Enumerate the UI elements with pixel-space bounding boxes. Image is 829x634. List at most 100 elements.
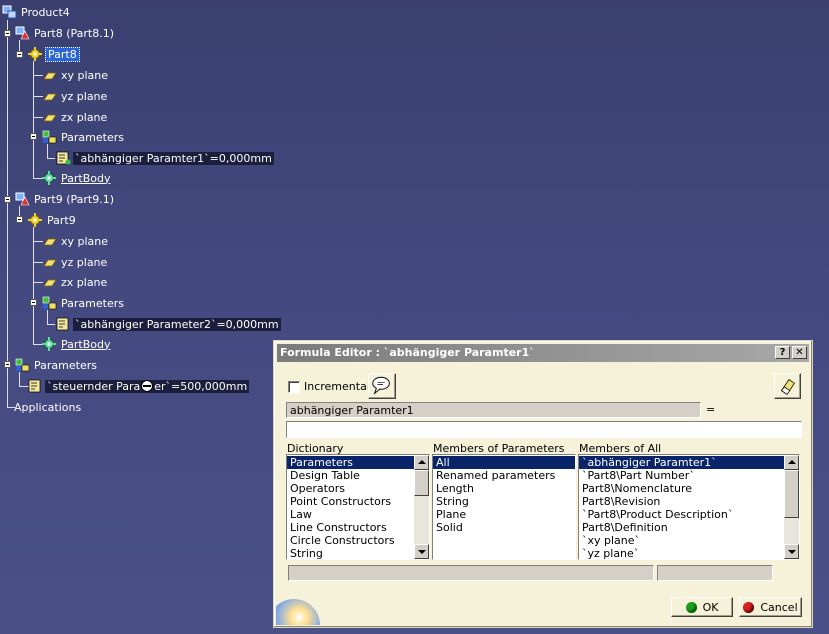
members-all-item[interactable]: `Part8\Part Number` (579, 469, 784, 482)
steuernder-label: `steuernder Para er`=500,000mm (45, 379, 250, 393)
tree-node-part8-zx-plane[interactable]: zx plane (42, 109, 109, 125)
collapse-toggle[interactable] (4, 196, 11, 203)
plane-icon (42, 255, 57, 269)
tree-line (7, 20, 8, 408)
scroll-thumb[interactable] (414, 470, 429, 496)
incremental-checkbox[interactable] (288, 381, 300, 393)
cancel-button[interactable]: Cancel (739, 597, 802, 617)
tree-node-product4[interactable]: Product4 (2, 4, 72, 20)
members-all-item[interactable]: `yz plane` (579, 547, 784, 559)
members-parameters-items: All Renamed parameters Length String Plane So… (433, 456, 575, 534)
members-parameters-item[interactable]: Plane (433, 508, 575, 521)
members-all-list[interactable]: `abhängiger Paramter1` `Part8\Part Number… (578, 454, 800, 560)
collapse-toggle[interactable] (16, 51, 23, 58)
plane-icon (42, 234, 57, 248)
dictionary-item[interactable]: Line Constructors (287, 521, 414, 534)
tree-node-part8-partbody[interactable]: PartBody (42, 170, 112, 186)
members-all-item[interactable]: Part8\Revision (579, 495, 784, 508)
speech-bubble-icon (372, 376, 390, 395)
tree-node-part9-xy-plane[interactable]: xy plane (42, 233, 110, 249)
formula-parameter-icon (56, 317, 71, 331)
cancel-label: Cancel (760, 600, 798, 614)
dictionary-scrollbar[interactable] (414, 455, 429, 559)
members-all-item[interactable]: Part8\Definition (579, 521, 784, 534)
dialog-title: Formula Editor : `abhängiger Paramter1` (280, 346, 535, 359)
tree-node-product-parameters[interactable]: Parameters (15, 357, 99, 373)
members-parameters-item[interactable]: String (433, 495, 575, 508)
plane-icon (42, 89, 57, 103)
tree-node-part9-parameters[interactable]: Parameters (42, 295, 126, 311)
parameters-icon (42, 296, 57, 310)
scroll-thumb[interactable] (784, 470, 799, 518)
members-all-scrollbar[interactable] (784, 455, 799, 559)
dictionary-item[interactable]: Design Table (287, 469, 414, 482)
members-parameters-item[interactable]: All (433, 456, 575, 469)
tree-line (33, 227, 34, 345)
tree-node-part9-yz-plane[interactable]: yz plane (42, 254, 109, 270)
part-gear-icon (28, 47, 43, 61)
tree-node-applications[interactable]: Applications (12, 399, 83, 415)
members-parameters-item[interactable]: Length (433, 482, 575, 495)
ok-button[interactable]: OK (671, 597, 733, 617)
collapse-toggle[interactable] (4, 361, 11, 368)
collapse-toggle[interactable] (30, 133, 37, 140)
dictionary-item[interactable]: String (287, 547, 414, 559)
plane-icon (42, 68, 57, 82)
scroll-down-arrow-icon[interactable] (414, 544, 429, 559)
tree-node-part8-parameters[interactable]: Parameters (42, 129, 126, 145)
collapse-toggle[interactable] (16, 216, 23, 223)
tree-node-steuernder-parameter[interactable]: `steuernder Para er`=500,000mm (28, 378, 250, 394)
plane-icon (42, 275, 57, 289)
tree-node-part9-instance[interactable]: Part9 (Part9.1) (15, 191, 116, 207)
erase-button[interactable] (774, 373, 801, 399)
scroll-down-arrow-icon[interactable] (784, 544, 799, 559)
dialog-title-bar[interactable]: Formula Editor : `abhängiger Paramter1` … (277, 344, 809, 362)
globe-logo-icon (276, 593, 322, 625)
tree-line (47, 144, 48, 158)
tree-node-part8-yz-plane[interactable]: yz plane (42, 88, 109, 104)
collapse-toggle[interactable] (4, 30, 11, 37)
members-parameters-list[interactable]: All Renamed parameters Length String Plane So… (432, 454, 576, 560)
eraser-icon (780, 379, 795, 395)
members-all-item[interactable]: `abhängiger Paramter1` (579, 456, 784, 469)
dictionary-item[interactable]: Point Constructors (287, 495, 414, 508)
parameter-name-text: abhängiger Paramter1 (290, 404, 414, 417)
dictionary-items: Parameters Design Table Operators Point Con… (287, 456, 414, 559)
formula-input[interactable] (286, 421, 802, 438)
dictionary-item[interactable]: Operators (287, 482, 414, 495)
dictionary-item[interactable]: Circle Constructors (287, 534, 414, 547)
tree-node-part8-param1[interactable]: `abhängiger Paramter1`=0,000mm (56, 150, 274, 166)
tree-node-part9-zx-plane[interactable]: zx plane (42, 274, 109, 290)
members-all-item[interactable]: `xy plane` (579, 534, 784, 547)
no-entry-cursor-icon (141, 380, 154, 392)
scroll-up-arrow-icon[interactable] (784, 455, 799, 470)
members-all-item[interactable]: `Part8\Product Description` (579, 508, 784, 521)
members-all-item[interactable]: Part8\Nomenclature (579, 482, 784, 495)
parameter-name-field: abhängiger Paramter1 (286, 402, 701, 418)
equals-sign: = (706, 403, 716, 416)
formula-parameter-icon (28, 379, 43, 393)
status-field (288, 565, 654, 581)
dictionary-list[interactable]: Parameters Design Table Operators Point Con… (286, 454, 430, 560)
part-instance-icon (15, 192, 30, 206)
collapse-toggle[interactable] (30, 299, 37, 306)
tree-node-part8[interactable]: Part8 (28, 46, 80, 62)
part-gear-icon (28, 213, 43, 227)
tree-line (33, 61, 34, 179)
parameters-icon (42, 130, 57, 144)
members-parameters-item[interactable]: Renamed parameters (433, 469, 575, 482)
members-parameters-item[interactable]: Solid (433, 521, 575, 534)
dictionary-item[interactable]: Law (287, 508, 414, 521)
part-instance-icon (15, 26, 30, 40)
tree-node-part9-param2[interactable]: `abhängiger Parameter2`=0,000mm (56, 316, 281, 332)
tree-node-part8-xy-plane[interactable]: xy plane (42, 67, 110, 83)
help-button[interactable]: ? (775, 346, 790, 359)
tree-node-part9-partbody[interactable]: PartBody (42, 336, 112, 352)
dictionary-item[interactable]: Parameters (287, 456, 414, 469)
close-button[interactable]: ✕ (792, 346, 807, 359)
product-icon (2, 5, 17, 19)
scroll-up-arrow-icon[interactable] (414, 455, 429, 470)
tree-node-part8-instance[interactable]: Part8 (Part8.1) (15, 25, 116, 41)
tree-node-part9[interactable]: Part9 (28, 212, 78, 228)
dictionary-toggle-button[interactable] (368, 373, 396, 399)
